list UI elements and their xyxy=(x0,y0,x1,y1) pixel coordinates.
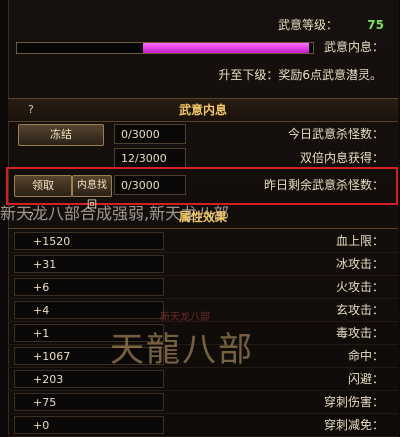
attr-name: 毒攻击： xyxy=(335,326,384,340)
attr-section-title: 属性效果 xyxy=(178,210,227,224)
attr-name: 火攻击： xyxy=(335,280,384,294)
inner-breath-label: 武意内息： xyxy=(323,40,384,54)
attr-value: +6 xyxy=(14,278,164,296)
level-label: 武意等级： xyxy=(277,18,338,32)
attr-row: +6 火攻击： xyxy=(8,276,398,299)
recover-breath-button[interactable]: 内息找回 xyxy=(72,175,112,211)
attr-section-header: ? 属性效果 xyxy=(8,206,398,229)
next-level-text: 升至下级：奖励6点武意潜灵。 xyxy=(218,68,382,82)
today-kills-label: 今日武意杀怪数： xyxy=(287,127,384,141)
today-kills-row: 冻结 0/3000 今日武意杀怪数： xyxy=(8,122,398,146)
level-value: 75 xyxy=(367,18,384,32)
attr-name: 穿刺减免： xyxy=(323,418,384,432)
game-logo-watermark: 新天龙八部 天龍八部 xyxy=(70,308,310,372)
watermark-sub-text: 新天龙八部 xyxy=(160,312,210,323)
today-kills-count: 0/3000 xyxy=(114,124,186,144)
inner-breath-bar xyxy=(16,42,314,54)
attr-value: +31 xyxy=(14,255,164,273)
attr-row: +75 穿刺伤害： xyxy=(8,391,398,414)
freeze-button[interactable]: 冻结 xyxy=(18,124,104,146)
attr-value: +1520 xyxy=(14,232,164,250)
double-breath-count: 12/3000 xyxy=(114,148,186,168)
attr-name: 穿刺伤害： xyxy=(323,395,384,409)
inner-section-title: 武意内息 xyxy=(178,103,227,117)
attr-name: 闪避： xyxy=(347,372,384,386)
attr-row: +31 冰攻击： xyxy=(8,253,398,276)
yesterday-kills-label: 昨日剩余武意杀怪数： xyxy=(263,178,384,192)
level-row: 武意等级： 75 xyxy=(8,14,398,36)
attr-name: 冰攻击： xyxy=(335,257,384,271)
attr-name: 玄攻击： xyxy=(335,303,384,317)
attr-name: 血上限： xyxy=(335,234,384,248)
yesterday-kills-row: 领取 内息找回 0/3000 昨日剩余武意杀怪数： xyxy=(8,173,398,211)
inner-breath-bar-fill xyxy=(143,43,309,53)
yesterday-kills-count: 0/3000 xyxy=(114,175,186,195)
attr-row: +1520 血上限： xyxy=(8,230,398,253)
attr-value: +75 xyxy=(14,393,164,411)
watermark-main-text: 天龍八部 xyxy=(110,330,254,370)
attr-row: +0 穿刺减免： xyxy=(8,414,398,437)
attr-name: 命中： xyxy=(347,349,384,363)
inner-section-header: ? 武意内息 xyxy=(8,98,398,122)
attr-value: +0 xyxy=(14,416,164,434)
attr-value: +203 xyxy=(14,370,164,388)
claim-button[interactable]: 领取 xyxy=(14,175,72,197)
